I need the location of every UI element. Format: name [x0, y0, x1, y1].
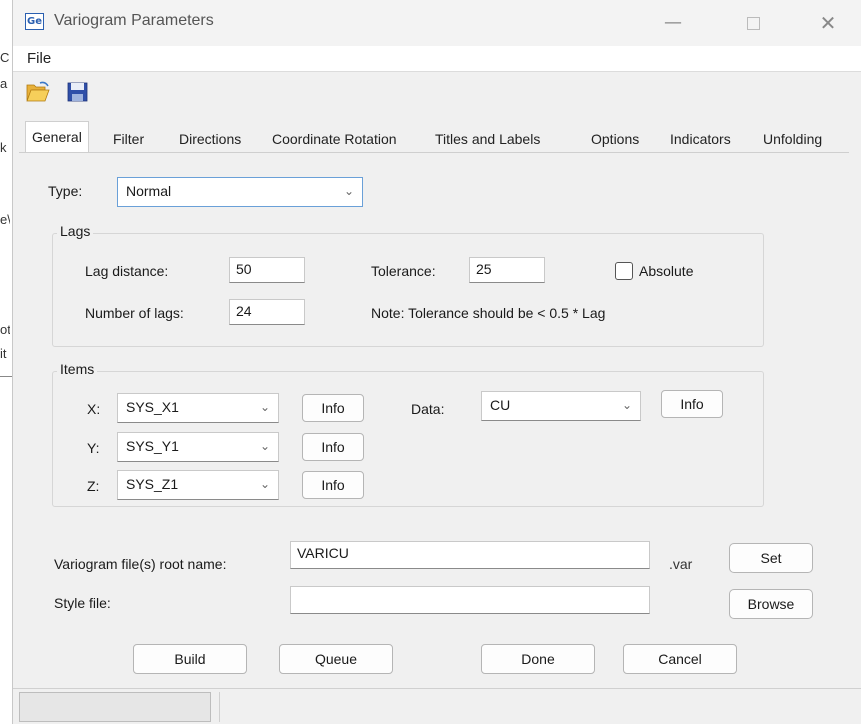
z-item-value: SYS_Z1	[126, 476, 179, 492]
z-item-select[interactable]: SYS_Z1 ⌄	[117, 470, 279, 500]
general-tab-panel: Type: Normal ⌄ Lags Lag distance: 50 Tol…	[19, 152, 849, 626]
tab-titles-and-labels[interactable]: Titles and Labels	[429, 125, 546, 153]
set-button[interactable]: Set	[729, 543, 813, 573]
absolute-label: Absolute	[639, 263, 694, 279]
chevron-down-icon: ⌄	[343, 184, 354, 198]
lag-distance-label: Lag distance:	[85, 263, 169, 279]
y-label: Y:	[87, 440, 100, 456]
status-bar	[13, 688, 861, 724]
lags-group	[52, 233, 764, 347]
menu-bar: File	[13, 46, 861, 72]
minimize-button[interactable]: —	[653, 8, 693, 38]
build-button[interactable]: Build	[133, 644, 247, 674]
status-pane-progress	[19, 692, 211, 722]
tolerance-input[interactable]: 25	[469, 257, 545, 283]
x-item-value: SYS_X1	[126, 399, 179, 415]
y-info-button[interactable]: Info	[302, 433, 364, 461]
number-of-lags-input[interactable]: 24	[229, 299, 305, 325]
chevron-down-icon: ⌄	[621, 398, 632, 412]
tab-indicators[interactable]: Indicators	[664, 125, 737, 153]
cancel-button[interactable]: Cancel	[623, 644, 737, 674]
browse-button[interactable]: Browse	[729, 589, 813, 619]
data-item-select[interactable]: CU ⌄	[481, 391, 641, 421]
tolerance-note: Note: Tolerance should be < 0.5 * Lag	[371, 305, 606, 321]
background-text: C	[0, 50, 10, 65]
menu-file[interactable]: File	[27, 50, 51, 67]
x-info-button[interactable]: Info	[302, 394, 364, 422]
floppy-save-icon[interactable]	[66, 81, 90, 103]
background-divider	[0, 376, 12, 377]
x-label: X:	[87, 401, 101, 417]
queue-button[interactable]: Queue	[279, 644, 393, 674]
variogram-root-label: Variogram file(s) root name:	[54, 556, 227, 572]
number-of-lags-label: Number of lags:	[85, 305, 184, 321]
absolute-checkbox[interactable]	[615, 262, 633, 280]
tab-strip: General Filter Directions Coordinate Rot…	[19, 121, 849, 154]
tab-directions[interactable]: Directions	[173, 125, 247, 153]
style-file-input[interactable]	[290, 586, 650, 614]
y-item-select[interactable]: SYS_Y1 ⌄	[117, 432, 279, 462]
tab-unfolding[interactable]: Unfolding	[757, 125, 828, 153]
z-info-button[interactable]: Info	[302, 471, 364, 499]
lag-distance-input[interactable]: 50	[229, 257, 305, 283]
data-info-button[interactable]: Info	[661, 390, 723, 418]
data-item-value: CU	[490, 397, 511, 413]
var-extension-label: .var	[669, 556, 693, 572]
type-select[interactable]: Normal ⌄	[117, 177, 363, 207]
status-pane-message	[219, 692, 859, 722]
data-label: Data:	[411, 401, 445, 417]
chevron-down-icon: ⌄	[259, 439, 270, 453]
title-bar[interactable]: Ge Variogram Parameters — ✕	[13, 0, 861, 46]
style-file-label: Style file:	[54, 595, 111, 611]
background-text: ot	[0, 322, 10, 337]
chevron-down-icon: ⌄	[259, 477, 270, 491]
tab-filter[interactable]: Filter	[107, 125, 150, 153]
background-text: k	[0, 140, 7, 155]
toolbar	[13, 73, 861, 113]
items-group-title: Items	[57, 361, 98, 377]
folder-open-icon[interactable]	[26, 81, 50, 103]
background-text: a	[0, 76, 8, 91]
done-button[interactable]: Done	[481, 644, 595, 674]
maximize-icon	[746, 16, 760, 30]
y-item-value: SYS_Y1	[126, 438, 179, 454]
window-title: Variogram Parameters	[54, 12, 214, 29]
chevron-down-icon: ⌄	[259, 400, 270, 414]
tolerance-label: Tolerance:	[371, 263, 436, 279]
variogram-root-input[interactable]: VARICU	[290, 541, 650, 569]
app-icon: Ge	[25, 13, 44, 30]
z-label: Z:	[87, 478, 100, 494]
variogram-parameters-window: Ge Variogram Parameters — ✕ File General…	[12, 0, 861, 724]
x-item-select[interactable]: SYS_X1 ⌄	[117, 393, 279, 423]
background-text: e\	[0, 212, 10, 227]
maximize-button[interactable]	[733, 8, 773, 38]
lags-group-title: Lags	[57, 223, 94, 239]
type-select-value: Normal	[126, 183, 172, 199]
tab-coordinate-rotation[interactable]: Coordinate Rotation	[266, 125, 403, 153]
close-button[interactable]: ✕	[808, 8, 848, 38]
background-text: it	[0, 346, 7, 361]
tab-options[interactable]: Options	[585, 125, 645, 153]
tab-general[interactable]: General	[25, 121, 89, 154]
type-label: Type:	[48, 183, 83, 199]
